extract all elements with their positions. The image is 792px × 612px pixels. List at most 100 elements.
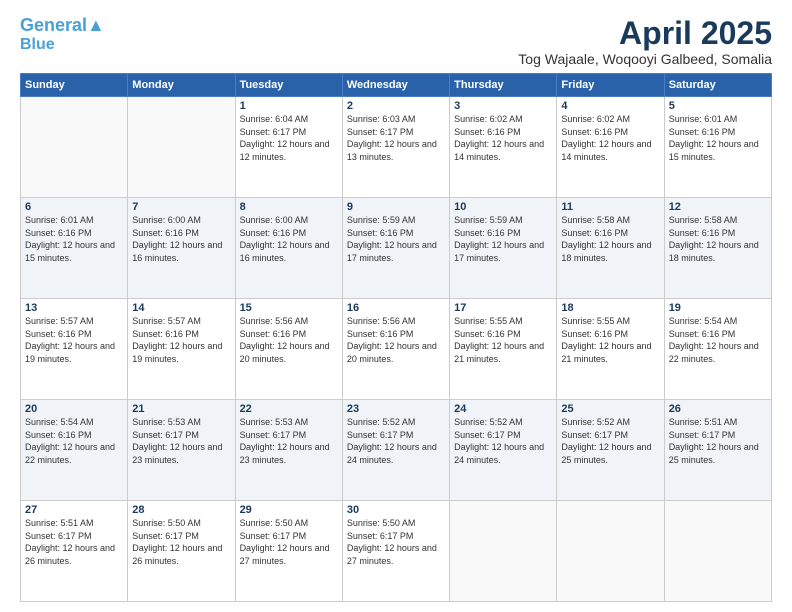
calendar-cell: 16Sunrise: 5:56 AMSunset: 6:16 PMDayligh… [342, 299, 449, 400]
calendar-cell: 3Sunrise: 6:02 AMSunset: 6:16 PMDaylight… [450, 97, 557, 198]
day-number: 26 [669, 403, 767, 415]
day-info: Sunrise: 5:56 AMSunset: 6:16 PMDaylight:… [240, 315, 338, 365]
logo-general: General [20, 15, 87, 35]
day-header-saturday: Saturday [664, 74, 771, 97]
calendar-table: SundayMondayTuesdayWednesdayThursdayFrid… [20, 73, 772, 602]
location-title: Tog Wajaale, Woqooyi Galbeed, Somalia [518, 51, 772, 67]
title-block: April 2025 Tog Wajaale, Woqooyi Galbeed,… [518, 16, 772, 67]
day-number: 9 [347, 201, 445, 213]
day-number: 30 [347, 504, 445, 516]
day-number: 25 [561, 403, 659, 415]
logo-blue: ▲ [87, 15, 105, 35]
day-number: 12 [669, 201, 767, 213]
day-info: Sunrise: 6:02 AMSunset: 6:16 PMDaylight:… [561, 113, 659, 163]
calendar-cell: 15Sunrise: 5:56 AMSunset: 6:16 PMDayligh… [235, 299, 342, 400]
calendar-cell [21, 97, 128, 198]
day-info: Sunrise: 5:50 AMSunset: 6:17 PMDaylight:… [240, 517, 338, 567]
day-info: Sunrise: 6:01 AMSunset: 6:16 PMDaylight:… [669, 113, 767, 163]
day-info: Sunrise: 5:51 AMSunset: 6:17 PMDaylight:… [25, 517, 123, 567]
calendar-cell [557, 501, 664, 602]
calendar-cell: 17Sunrise: 5:55 AMSunset: 6:16 PMDayligh… [450, 299, 557, 400]
calendar-cell: 18Sunrise: 5:55 AMSunset: 6:16 PMDayligh… [557, 299, 664, 400]
day-number: 10 [454, 201, 552, 213]
day-number: 24 [454, 403, 552, 415]
day-info: Sunrise: 5:50 AMSunset: 6:17 PMDaylight:… [132, 517, 230, 567]
day-number: 3 [454, 100, 552, 112]
day-header-monday: Monday [128, 74, 235, 97]
calendar-cell: 21Sunrise: 5:53 AMSunset: 6:17 PMDayligh… [128, 400, 235, 501]
day-info: Sunrise: 5:57 AMSunset: 6:16 PMDaylight:… [132, 315, 230, 365]
day-number: 7 [132, 201, 230, 213]
day-number: 8 [240, 201, 338, 213]
day-info: Sunrise: 5:53 AMSunset: 6:17 PMDaylight:… [240, 416, 338, 466]
calendar-cell: 12Sunrise: 5:58 AMSunset: 6:16 PMDayligh… [664, 198, 771, 299]
calendar-cell: 4Sunrise: 6:02 AMSunset: 6:16 PMDaylight… [557, 97, 664, 198]
calendar-cell: 20Sunrise: 5:54 AMSunset: 6:16 PMDayligh… [21, 400, 128, 501]
day-number: 5 [669, 100, 767, 112]
day-number: 1 [240, 100, 338, 112]
day-info: Sunrise: 6:00 AMSunset: 6:16 PMDaylight:… [240, 214, 338, 264]
day-number: 18 [561, 302, 659, 314]
calendar-cell: 8Sunrise: 6:00 AMSunset: 6:16 PMDaylight… [235, 198, 342, 299]
calendar-cell: 28Sunrise: 5:50 AMSunset: 6:17 PMDayligh… [128, 501, 235, 602]
logo: General▲ Blue [20, 16, 105, 53]
calendar-cell: 9Sunrise: 5:59 AMSunset: 6:16 PMDaylight… [342, 198, 449, 299]
calendar-cell: 19Sunrise: 5:54 AMSunset: 6:16 PMDayligh… [664, 299, 771, 400]
calendar-cell [664, 501, 771, 602]
calendar-cell: 27Sunrise: 5:51 AMSunset: 6:17 PMDayligh… [21, 501, 128, 602]
calendar-cell: 24Sunrise: 5:52 AMSunset: 6:17 PMDayligh… [450, 400, 557, 501]
day-header-thursday: Thursday [450, 74, 557, 97]
day-number: 17 [454, 302, 552, 314]
calendar-cell: 11Sunrise: 5:58 AMSunset: 6:16 PMDayligh… [557, 198, 664, 299]
day-number: 4 [561, 100, 659, 112]
calendar-cell: 6Sunrise: 6:01 AMSunset: 6:16 PMDaylight… [21, 198, 128, 299]
day-info: Sunrise: 6:02 AMSunset: 6:16 PMDaylight:… [454, 113, 552, 163]
calendar-cell: 14Sunrise: 5:57 AMSunset: 6:16 PMDayligh… [128, 299, 235, 400]
day-info: Sunrise: 5:54 AMSunset: 6:16 PMDaylight:… [25, 416, 123, 466]
day-header-tuesday: Tuesday [235, 74, 342, 97]
logo-blue-text: Blue [20, 36, 55, 53]
calendar-cell: 29Sunrise: 5:50 AMSunset: 6:17 PMDayligh… [235, 501, 342, 602]
calendar-cell: 2Sunrise: 6:03 AMSunset: 6:17 PMDaylight… [342, 97, 449, 198]
day-number: 14 [132, 302, 230, 314]
day-info: Sunrise: 5:58 AMSunset: 6:16 PMDaylight:… [669, 214, 767, 264]
day-info: Sunrise: 5:52 AMSunset: 6:17 PMDaylight:… [454, 416, 552, 466]
calendar-cell: 13Sunrise: 5:57 AMSunset: 6:16 PMDayligh… [21, 299, 128, 400]
day-header-wednesday: Wednesday [342, 74, 449, 97]
day-info: Sunrise: 5:54 AMSunset: 6:16 PMDaylight:… [669, 315, 767, 365]
day-header-sunday: Sunday [21, 74, 128, 97]
calendar-cell: 30Sunrise: 5:50 AMSunset: 6:17 PMDayligh… [342, 501, 449, 602]
day-info: Sunrise: 6:04 AMSunset: 6:17 PMDaylight:… [240, 113, 338, 163]
day-info: Sunrise: 5:58 AMSunset: 6:16 PMDaylight:… [561, 214, 659, 264]
calendar-cell [450, 501, 557, 602]
day-number: 19 [669, 302, 767, 314]
day-number: 6 [25, 201, 123, 213]
header: General▲ Blue April 2025 Tog Wajaale, Wo… [20, 16, 772, 67]
day-number: 11 [561, 201, 659, 213]
day-number: 20 [25, 403, 123, 415]
day-info: Sunrise: 5:50 AMSunset: 6:17 PMDaylight:… [347, 517, 445, 567]
day-info: Sunrise: 5:55 AMSunset: 6:16 PMDaylight:… [454, 315, 552, 365]
day-info: Sunrise: 5:59 AMSunset: 6:16 PMDaylight:… [454, 214, 552, 264]
day-number: 23 [347, 403, 445, 415]
day-info: Sunrise: 5:53 AMSunset: 6:17 PMDaylight:… [132, 416, 230, 466]
day-number: 16 [347, 302, 445, 314]
page: General▲ Blue April 2025 Tog Wajaale, Wo… [0, 0, 792, 612]
day-number: 29 [240, 504, 338, 516]
day-info: Sunrise: 5:51 AMSunset: 6:17 PMDaylight:… [669, 416, 767, 466]
day-info: Sunrise: 5:57 AMSunset: 6:16 PMDaylight:… [25, 315, 123, 365]
calendar-cell [128, 97, 235, 198]
calendar-cell: 7Sunrise: 6:00 AMSunset: 6:16 PMDaylight… [128, 198, 235, 299]
day-number: 27 [25, 504, 123, 516]
calendar-cell: 23Sunrise: 5:52 AMSunset: 6:17 PMDayligh… [342, 400, 449, 501]
day-number: 13 [25, 302, 123, 314]
day-number: 15 [240, 302, 338, 314]
day-info: Sunrise: 5:59 AMSunset: 6:16 PMDaylight:… [347, 214, 445, 264]
day-info: Sunrise: 5:56 AMSunset: 6:16 PMDaylight:… [347, 315, 445, 365]
calendar-cell: 10Sunrise: 5:59 AMSunset: 6:16 PMDayligh… [450, 198, 557, 299]
calendar-cell: 22Sunrise: 5:53 AMSunset: 6:17 PMDayligh… [235, 400, 342, 501]
day-number: 21 [132, 403, 230, 415]
day-info: Sunrise: 5:52 AMSunset: 6:17 PMDaylight:… [561, 416, 659, 466]
day-info: Sunrise: 6:00 AMSunset: 6:16 PMDaylight:… [132, 214, 230, 264]
logo-text: General▲ Blue [20, 16, 105, 53]
